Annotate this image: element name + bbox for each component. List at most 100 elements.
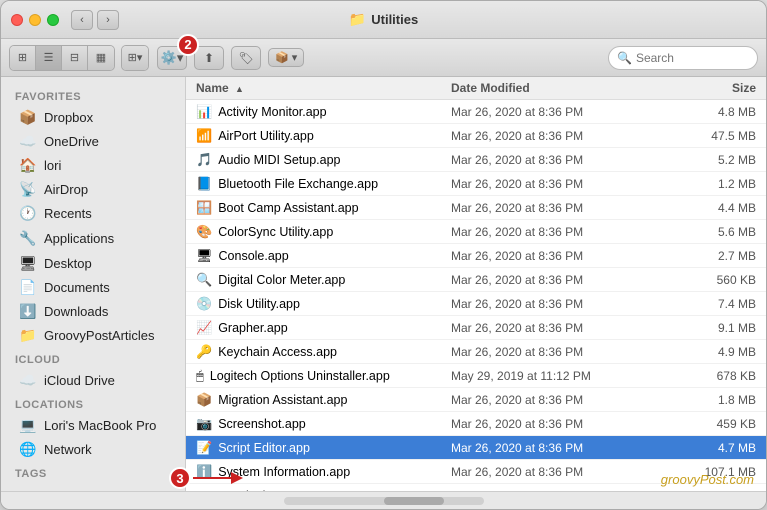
table-row[interactable]: 🎨 ColorSync Utility.app Mar 26, 2020 at … — [186, 220, 766, 244]
sidebar-item-label: Downloads — [44, 304, 108, 319]
sidebar-item-label: OneDrive — [44, 134, 99, 149]
table-row[interactable]: ⌨️ Terminal.app Mar 26, 2020 at 8:36 PM … — [186, 484, 766, 491]
table-row[interactable]: 📈 Grapher.app Mar 26, 2020 at 8:36 PM 9.… — [186, 316, 766, 340]
column-date[interactable]: Date Modified — [451, 81, 651, 95]
sidebar-item-label: iCloud Drive — [44, 373, 115, 388]
sidebar-item-lori[interactable]: 🏠 lori — [5, 154, 181, 177]
sidebar-item-dropbox[interactable]: 📦 Dropbox — [5, 106, 181, 129]
search-icon: 🔍 — [617, 51, 632, 65]
onedrive-icon: ☁️ — [19, 133, 37, 150]
file-name: Logitech Options Uninstaller.app — [210, 369, 390, 383]
file-date: Mar 26, 2020 at 8:36 PM — [451, 489, 651, 492]
sidebar-item-recents[interactable]: 🕐 Recents — [5, 202, 181, 225]
search-input[interactable] — [636, 51, 749, 65]
sidebar-item-documents[interactable]: 📄 Documents — [5, 276, 181, 299]
table-row[interactable]: 🖥 Console.app Mar 26, 2020 at 8:36 PM 2.… — [186, 244, 766, 268]
file-date: Mar 26, 2020 at 8:36 PM — [451, 393, 651, 407]
table-row[interactable]: 🎵 Audio MIDI Setup.app Mar 26, 2020 at 8… — [186, 148, 766, 172]
file-date: Mar 26, 2020 at 8:36 PM — [451, 297, 651, 311]
sidebar-item-icloud-drive[interactable]: ☁️ iCloud Drive — [5, 369, 181, 392]
file-size: 4.8 MB — [651, 105, 766, 119]
table-row[interactable]: 📘 Bluetooth File Exchange.app Mar 26, 20… — [186, 172, 766, 196]
file-size: 2.7 MB — [651, 249, 766, 263]
file-icon: 🔑 — [196, 344, 212, 360]
file-icon: 🖱 — [196, 368, 204, 384]
annotation-3: 3 — [169, 467, 191, 489]
sidebar-item-groovypost[interactable]: 📁 GroovyPostArticles — [5, 324, 181, 347]
file-size: 7.4 MB — [651, 297, 766, 311]
view-buttons-group1: ⊞ ☰ ⊟ ▦ — [9, 45, 115, 71]
share-button[interactable]: ⬆ — [194, 46, 224, 70]
file-size: 4.4 MB — [651, 201, 766, 215]
scroll-thumb[interactable] — [384, 497, 444, 505]
sidebar-item-onedrive[interactable]: ☁️ OneDrive — [5, 130, 181, 153]
file-name: ColorSync Utility.app — [218, 225, 333, 239]
annotation-2: 2 — [177, 34, 199, 56]
table-row[interactable]: 📊 Activity Monitor.app Mar 26, 2020 at 8… — [186, 100, 766, 124]
icon-view-button[interactable]: ⊞ — [10, 46, 36, 70]
table-row[interactable]: 🔍 Digital Color Meter.app Mar 26, 2020 a… — [186, 268, 766, 292]
dropbox-button[interactable]: 📦▾ — [268, 48, 304, 67]
file-name: AirPort Utility.app — [218, 129, 314, 143]
sidebar-item-label: Desktop — [44, 256, 92, 271]
column-view-button[interactable]: ⊟ — [62, 46, 88, 70]
maximize-button[interactable] — [47, 14, 59, 26]
file-size: 678 KB — [651, 369, 766, 383]
list-view-button[interactable]: ☰ — [36, 46, 62, 70]
table-row[interactable]: ℹ️ System Information.app Mar 26, 2020 a… — [186, 460, 766, 484]
sidebar-item-network[interactable]: 🌐 Network — [5, 438, 181, 461]
airdrop-icon: 📡 — [19, 181, 37, 198]
forward-button[interactable]: › — [97, 10, 119, 30]
file-date: Mar 26, 2020 at 8:36 PM — [451, 201, 651, 215]
column-size[interactable]: Size — [651, 81, 766, 95]
table-row[interactable]: 📷 Screenshot.app Mar 26, 2020 at 8:36 PM… — [186, 412, 766, 436]
arrange-button[interactable]: ⊞▾ — [122, 46, 148, 70]
table-row[interactable]: 📶 AirPort Utility.app Mar 26, 2020 at 8:… — [186, 124, 766, 148]
file-list: Name ▲ Date Modified Size 📊 Activity Mon… — [186, 77, 766, 491]
file-date: Mar 26, 2020 at 8:36 PM — [451, 417, 651, 431]
file-icon: 🪟 — [196, 200, 212, 216]
table-row[interactable]: 📦 Migration Assistant.app Mar 26, 2020 a… — [186, 388, 766, 412]
table-row[interactable]: 🪟 Boot Camp Assistant.app Mar 26, 2020 a… — [186, 196, 766, 220]
title-text: Utilities — [371, 12, 418, 27]
sidebar-item-downloads[interactable]: ⬇️ Downloads — [5, 300, 181, 323]
dropbox-icon: 📦 — [19, 109, 37, 126]
file-date: Mar 26, 2020 at 8:36 PM — [451, 441, 651, 455]
nav-buttons: ‹ › — [71, 10, 119, 30]
applications-icon: 🔧 — [19, 230, 37, 247]
tag-button[interactable]: 🏷 — [231, 46, 261, 70]
file-name: Console.app — [219, 249, 289, 263]
sidebar-item-label: Applications — [44, 231, 114, 246]
file-name: Screenshot.app — [218, 417, 306, 431]
file-name: Activity Monitor.app — [218, 105, 326, 119]
file-date: Mar 26, 2020 at 8:36 PM — [451, 153, 651, 167]
sidebar-item-label: Lori's MacBook Pro — [44, 418, 156, 433]
gallery-view-button[interactable]: ▦ — [88, 46, 114, 70]
file-size: 4.9 MB — [651, 345, 766, 359]
sidebar-item-applications[interactable]: 🔧 Applications — [5, 227, 181, 250]
minimize-button[interactable] — [29, 14, 41, 26]
sidebar-item-label: Recents — [44, 206, 92, 221]
file-icon: 🎨 — [196, 224, 212, 240]
table-row[interactable]: 🖱 Logitech Options Uninstaller.app May 2… — [186, 364, 766, 388]
file-date: Mar 26, 2020 at 8:36 PM — [451, 249, 651, 263]
table-row[interactable]: 📝 Script Editor.app Mar 26, 2020 at 8:36… — [186, 436, 766, 460]
back-button[interactable]: ‹ — [71, 10, 93, 30]
sidebar-item-macbook[interactable]: 💻 Lori's MacBook Pro — [5, 414, 181, 437]
file-name: Bluetooth File Exchange.app — [218, 177, 378, 191]
sidebar-item-airdrop[interactable]: 📡 AirDrop — [5, 178, 181, 201]
downloads-icon: ⬇️ — [19, 303, 37, 320]
desktop-icon: 🖥 — [19, 255, 37, 272]
file-size: 4.7 MB — [651, 441, 766, 455]
horizontal-scrollbar[interactable] — [284, 497, 484, 505]
annotation-3-container: 3 — [169, 467, 243, 489]
file-size: 9.9 MB — [651, 489, 766, 492]
file-date: Mar 26, 2020 at 8:36 PM — [451, 105, 651, 119]
table-row[interactable]: 💿 Disk Utility.app Mar 26, 2020 at 8:36 … — [186, 292, 766, 316]
table-row[interactable]: 🔑 Keychain Access.app Mar 26, 2020 at 8:… — [186, 340, 766, 364]
column-name[interactable]: Name ▲ — [186, 81, 451, 95]
file-size: 107.1 MB — [651, 465, 766, 479]
sidebar-item-desktop[interactable]: 🖥 Desktop — [5, 252, 181, 275]
close-button[interactable] — [11, 14, 23, 26]
search-box[interactable]: 🔍 — [608, 46, 758, 70]
